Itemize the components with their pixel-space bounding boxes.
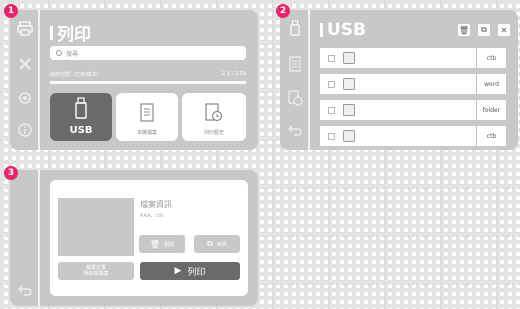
delete-icon: 🗑 <box>149 239 161 249</box>
document-icon[interactable] <box>287 56 303 72</box>
storage-value: 2.1 / 3.50 <box>222 71 246 77</box>
history-icon <box>205 103 223 122</box>
storage-bar <box>50 81 246 84</box>
file-icon <box>343 78 355 90</box>
copy-icon: ⧉ <box>207 239 213 248</box>
file-extension: ctb <box>476 48 506 68</box>
file-row[interactable]: ctb <box>320 126 506 146</box>
printer-icon[interactable] <box>17 20 33 36</box>
info-title: 檔案資訊 <box>140 200 172 209</box>
sidebar <box>10 170 40 306</box>
back-icon[interactable] <box>17 282 33 298</box>
row-checkbox[interactable] <box>328 106 335 114</box>
row-checkbox[interactable] <box>328 80 335 88</box>
copy-button[interactable]: ⧉ 拷貝 <box>194 235 240 253</box>
file-location-button[interactable]: 檔案位置 現存檔檔案 <box>58 262 134 280</box>
usb-icon <box>75 97 87 119</box>
step-badge-2: 2 <box>276 4 290 18</box>
print-history-tile[interactable]: 列印歷史 <box>182 93 246 141</box>
delete-icon[interactable]: 🗑 <box>458 24 470 36</box>
local-files-tile[interactable]: 本機檔案 <box>116 93 178 141</box>
storage-label: 儲存空間（已用/總共） <box>50 72 102 78</box>
info-icon[interactable] <box>17 122 33 138</box>
file-name: AAA，ctb <box>140 213 164 219</box>
search-icon <box>56 50 62 56</box>
play-icon: ▶ <box>174 266 182 276</box>
row-checkbox[interactable] <box>328 54 335 62</box>
file-icon <box>343 52 355 64</box>
copy-icon[interactable]: ⧉ <box>478 24 490 36</box>
row-checkbox[interactable] <box>328 132 335 140</box>
delete-button[interactable]: 🗑 刪除 <box>139 235 185 253</box>
file-row[interactable]: folder <box>320 100 506 120</box>
document-icon <box>140 103 154 122</box>
sidebar <box>280 10 310 150</box>
print-screen: 列印 搜尋 儲存空間（已用/總共） 2.1 / 3.50 USB 本機檔案 列印… <box>10 10 258 150</box>
tools-icon[interactable] <box>17 56 33 72</box>
usb-tile[interactable]: USB <box>50 93 112 141</box>
file-icon <box>343 130 355 142</box>
search-input[interactable]: 搜尋 <box>50 46 246 60</box>
back-icon[interactable] <box>287 122 303 138</box>
history-icon[interactable] <box>287 90 303 106</box>
file-card: 檔案資訊 AAA，ctb 🗑 刪除 ⧉ 拷貝 檔案位置 現存檔檔案 ▶ 列印 <box>50 180 248 296</box>
file-detail-screen: 檔案資訊 AAA，ctb 🗑 刪除 ⧉ 拷貝 檔案位置 現存檔檔案 ▶ 列印 <box>10 170 258 306</box>
page-title: USB <box>320 20 366 40</box>
usb-screen: USB 🗑 ⧉ ✕ ctb word folder ctb <box>280 10 518 150</box>
step-badge-1: 1 <box>4 4 18 18</box>
folder-icon <box>343 104 355 116</box>
page-title: 列印 <box>50 20 91 45</box>
step-badge-3: 3 <box>4 166 18 180</box>
file-row[interactable]: ctb <box>320 48 506 68</box>
print-button[interactable]: ▶ 列印 <box>140 262 240 280</box>
file-extension: folder <box>476 100 506 120</box>
file-row[interactable]: word <box>320 74 506 94</box>
sidebar <box>10 10 40 150</box>
file-extension: word <box>476 74 506 94</box>
close-icon[interactable]: ✕ <box>498 24 510 36</box>
usb-icon[interactable] <box>287 20 303 36</box>
file-extension: ctb <box>476 126 506 146</box>
gear-icon[interactable] <box>17 90 33 106</box>
file-preview <box>58 198 134 256</box>
